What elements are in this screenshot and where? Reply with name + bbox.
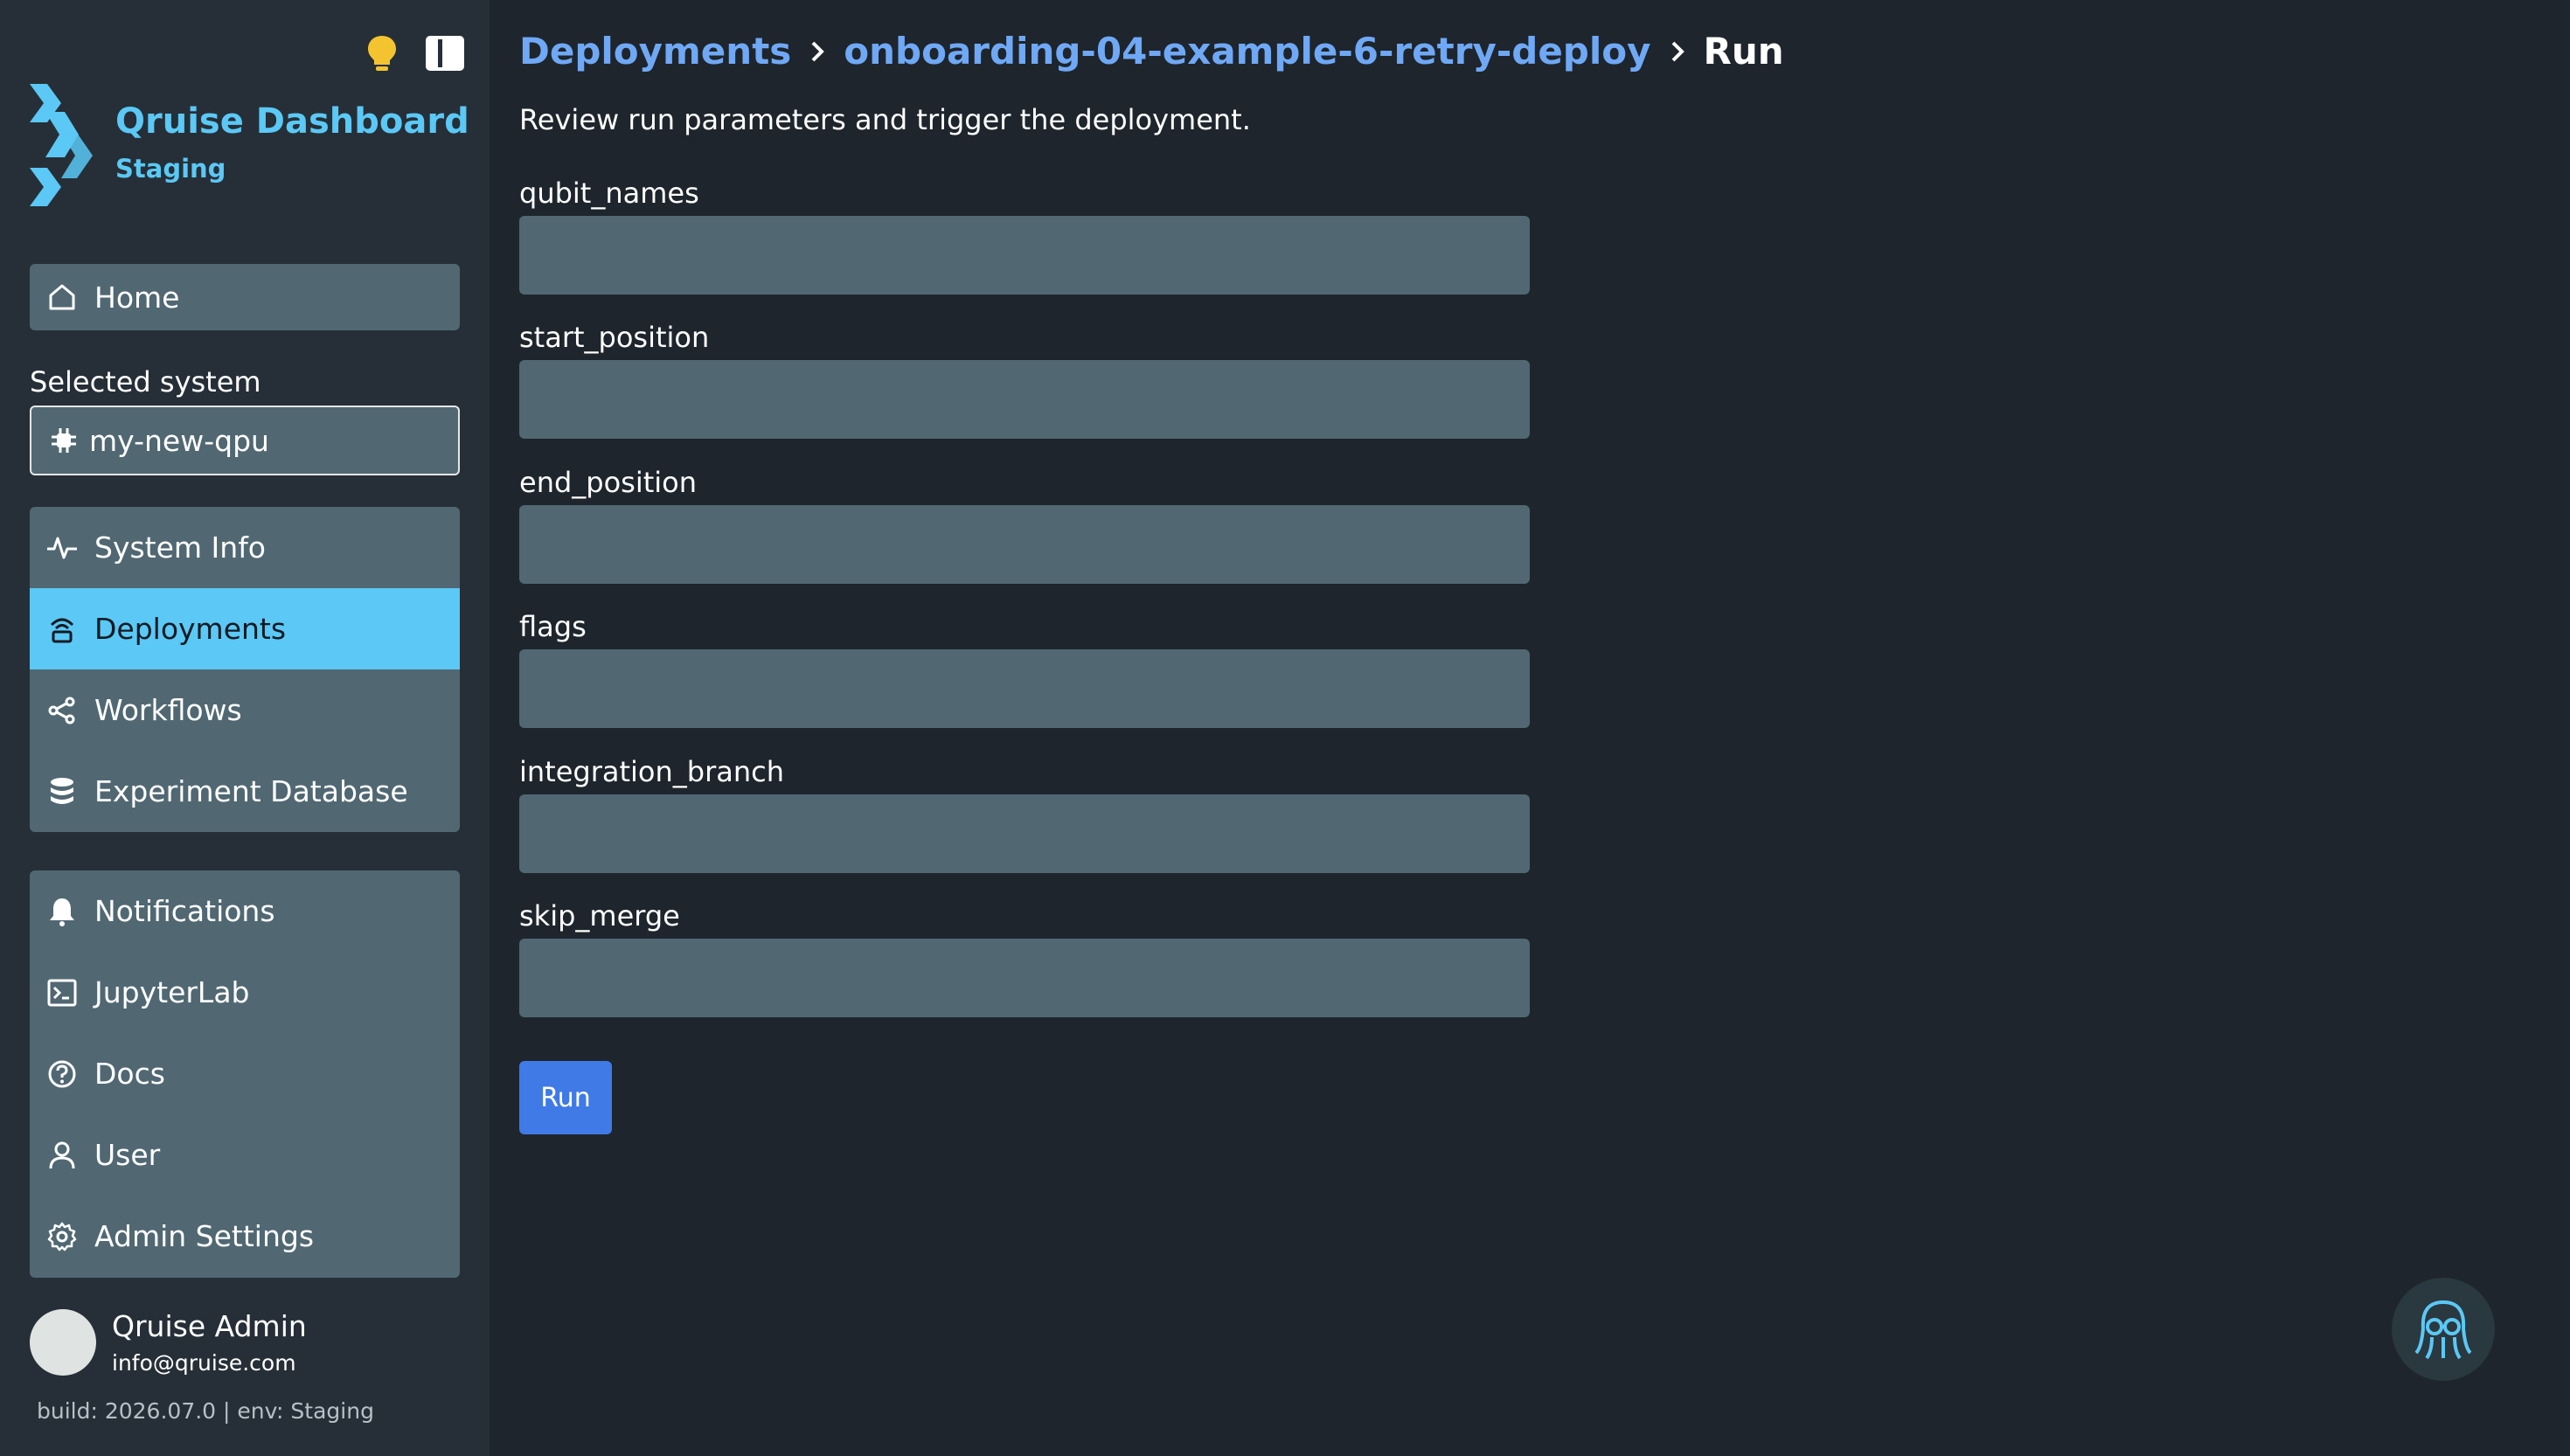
database-icon [45,775,79,808]
deployment-icon [45,613,79,646]
sidebar-item-workflows[interactable]: Workflows [30,669,460,751]
breadcrumb-deployments[interactable]: Deployments [519,30,791,73]
sidebar-toggle-icon[interactable] [423,31,467,75]
end-position-input[interactable] [519,505,1530,584]
selected-system-value: my-new-qpu [89,423,269,458]
sidebar: Qruise Dashboard Staging Home Selected s… [0,0,490,1456]
terminal-icon [45,976,79,1009]
sidebar-item-label: Notifications [94,894,275,928]
misc-nav: Notifications JupyterLab Docs User Admin… [30,870,460,1278]
system-nav: System Info Deployments Workflows Experi… [30,507,460,832]
user-icon [45,1139,79,1172]
avatar [30,1309,96,1376]
system-selector[interactable]: my-new-qpu [30,406,460,475]
run-button[interactable]: Run [519,1061,612,1134]
sidebar-item-label: Home [94,280,180,315]
chevron-right-icon [1660,39,1695,64]
field-label-end-position: end_position [519,466,698,499]
sidebar-top-actions [360,31,467,75]
pulse-icon [45,531,79,565]
field-label-start-position: start_position [519,321,710,354]
home-nav: Home [30,264,460,330]
brand: Qruise Dashboard Staging [26,84,469,206]
integration-branch-input[interactable] [519,794,1530,873]
flags-input[interactable] [519,649,1530,728]
octopus-icon [2414,1300,2472,1360]
sidebar-item-label: System Info [94,530,267,565]
sidebar-item-deployments[interactable]: Deployments [30,588,460,669]
workflow-icon [45,694,79,727]
skip-merge-input[interactable] [519,939,1530,1017]
chip-icon [49,426,79,455]
field-label-qubit-names: qubit_names [519,177,699,210]
user-profile[interactable]: Qruise Admin info@qruise.com [30,1309,307,1376]
sidebar-item-notifications[interactable]: Notifications [30,870,460,952]
page-subtitle: Review run parameters and trigger the de… [519,103,1251,136]
sidebar-item-label: Deployments [94,612,287,646]
sidebar-item-label: Workflows [94,693,242,727]
sidebar-item-docs[interactable]: Docs [30,1033,460,1114]
sidebar-item-admin-settings[interactable]: Admin Settings [30,1196,460,1277]
start-position-input[interactable] [519,360,1530,439]
bell-icon [45,895,79,928]
build-info: build: 2026.07.0 | env: Staging [37,1398,374,1424]
sidebar-item-home[interactable]: Home [30,264,460,330]
field-label-integration-branch: integration_branch [519,755,785,788]
sidebar-item-jupyterlab[interactable]: JupyterLab [30,952,460,1033]
sidebar-item-label: JupyterLab [94,975,250,1009]
sidebar-item-experiment-database[interactable]: Experiment Database [30,751,460,832]
qubit-names-input[interactable] [519,216,1530,295]
sidebar-item-label: Experiment Database [94,774,408,808]
user-email: info@qruise.com [112,1350,296,1376]
sidebar-item-label: Admin Settings [94,1219,315,1253]
lightbulb-icon[interactable] [360,31,404,75]
sidebar-item-system-info[interactable]: System Info [30,507,460,588]
assistant-button[interactable] [2392,1278,2495,1381]
chevron-right-icon [800,39,835,64]
home-icon [45,281,79,314]
help-icon [45,1057,79,1091]
breadcrumb-current: Run [1703,30,1784,73]
gear-icon [45,1220,79,1253]
app-title: Qruise Dashboard [115,101,469,142]
sidebar-item-label: Docs [94,1057,165,1091]
qruise-logo-icon [30,84,93,206]
sidebar-item-label: User [94,1138,161,1172]
sidebar-item-user[interactable]: User [30,1114,460,1196]
selected-system-label: Selected system [30,365,261,399]
field-label-flags: flags [519,610,587,643]
field-label-skip-merge: skip_merge [519,899,680,933]
user-name: Qruise Admin [112,1309,307,1343]
app-environment: Staging [115,154,226,184]
breadcrumb-deployment-name[interactable]: onboarding-04-example-6-retry-deploy [844,30,1650,73]
breadcrumb: Deployments onboarding-04-example-6-retr… [519,30,1784,73]
